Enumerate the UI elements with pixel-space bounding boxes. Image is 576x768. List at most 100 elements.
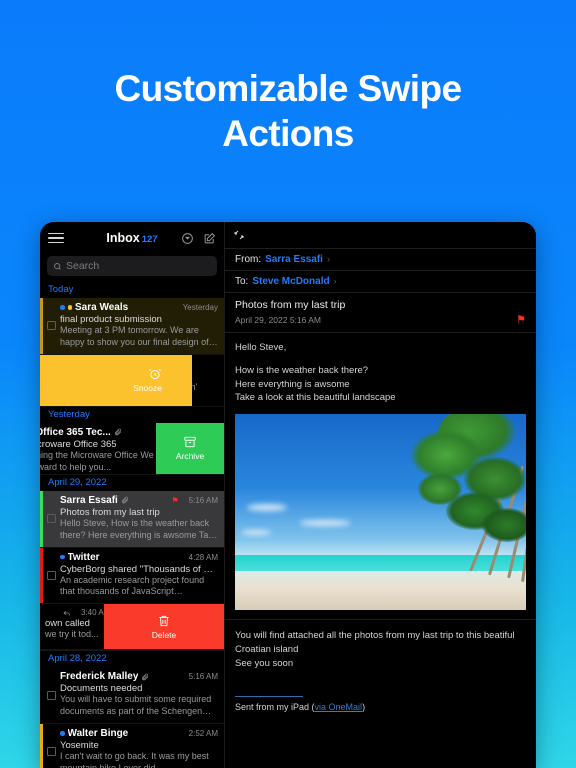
swipe-action-delete[interactable]: Delete: [104, 604, 224, 650]
reader-body: Hello Steve, How is the weather back the…: [225, 332, 536, 611]
swipe-action-snooze[interactable]: Snooze: [40, 354, 192, 406]
timestamp: 4:28 AM: [188, 552, 218, 562]
page-title-line-2: Actions: [222, 113, 354, 155]
timestamp: 2:52 AM: [188, 729, 218, 738]
body-line-3: Take a look at this beautiful landscape: [235, 392, 396, 404]
reader-subject-row: Photos from my last trip: [225, 292, 536, 313]
flag-icon: ⚑: [171, 495, 179, 505]
timestamp: 5:16 AM: [188, 672, 218, 682]
timestamp: 5:16 AM: [188, 495, 218, 505]
after-line-1: You will find attached all the photos fr…: [235, 630, 515, 655]
preview-text: You will have to submit some required do…: [60, 694, 212, 717]
inbox-unread-count: 127: [141, 234, 158, 245]
list-item[interactable]: Twitter 4:28 AM CyberBorg shared "Thousa…: [40, 547, 224, 605]
reply-icon: [63, 610, 71, 616]
subject-line: final product submission: [60, 314, 162, 325]
body-line-1: How is the weather back there?: [235, 364, 369, 376]
list-item[interactable]: e Office 365 Tec... 5:16 AM Microware Of…: [40, 422, 224, 475]
to-field-row: To: Steve McDonald ›: [225, 270, 536, 292]
unread-dot: [60, 554, 65, 560]
attachment-icon: [114, 428, 121, 436]
message-reader-pane: From: Sarra Essafi › To: Steve McDonald …: [225, 222, 536, 768]
reader-after-text: You will find attached all the photos fr…: [225, 619, 536, 670]
from-field-row: From: Sarra Essafi ›: [225, 248, 536, 270]
signature-prefix: Sent from my iPad (: [235, 702, 315, 713]
page-title-line-1: Customizable Swipe: [114, 68, 463, 109]
attachment-icon: [142, 673, 149, 681]
preview-text: I can't wait to go back. It was my best …: [60, 751, 209, 768]
sender-name: Sara Weals: [75, 302, 129, 313]
inbox-title-label: Inbox: [106, 231, 140, 245]
chevron-right-icon: ›: [333, 276, 337, 286]
row-checkbox[interactable]: [43, 667, 60, 723]
subject-line: Photos from my last trip: [60, 506, 160, 518]
collapse-arrows-icon[interactable]: [233, 229, 245, 241]
subject-line: CyberBorg shared "Thousands of npm acco.…: [60, 563, 218, 575]
list-item[interactable]: Frederick Malley 5:16 AM Documents neede…: [40, 667, 224, 724]
snooze-dot: [67, 305, 72, 310]
mail-list-pane: Inbox 127 Search Today Sara Weals Yester…: [40, 222, 225, 768]
sender-name: Twitter: [67, 551, 100, 563]
sender-name: Sarra Essafi: [60, 494, 118, 506]
preview-text: Meeting at 3 PM tomorrow. We are happy t…: [60, 325, 209, 347]
search-input[interactable]: Search: [47, 256, 217, 276]
signature-link[interactable]: via OneMail: [315, 702, 363, 712]
search-container: Search: [40, 254, 224, 282]
row-checkbox[interactable]: [43, 724, 60, 768]
section-header-today: Today: [48, 284, 74, 295]
subject-line: Yosemite: [60, 740, 99, 751]
swipe-action-label: Snooze: [133, 383, 162, 394]
preview-text: An academic research project found that …: [60, 574, 205, 597]
search-icon: [54, 262, 61, 270]
section-header-april-28: April 28, 2022: [40, 650, 224, 667]
tablet-device-frame: Inbox 127 Search Today Sara Weals Yester…: [40, 222, 536, 768]
row-checkbox[interactable]: [43, 491, 60, 547]
attached-photo[interactable]: [235, 414, 526, 611]
swipe-action-archive[interactable]: Archive: [156, 422, 224, 474]
body-greeting: Hello Steve,: [235, 342, 287, 353]
compose-icon[interactable]: [203, 232, 216, 245]
signature: Sent from my iPad (via OneMail): [225, 702, 536, 722]
to-label: To:: [235, 276, 249, 287]
search-placeholder: Search: [66, 260, 100, 272]
subject-line: Documents needed: [60, 683, 143, 695]
swipe-action-label: Delete: [151, 629, 177, 640]
mail-toolbar: Inbox 127: [40, 222, 224, 254]
filter-icon[interactable]: [181, 232, 194, 245]
alarm-clock-icon: [149, 369, 161, 380]
trash-icon: [159, 615, 169, 626]
from-value[interactable]: Sarra Essafi: [265, 254, 323, 265]
attachment-icon: [121, 496, 129, 504]
preview-text: Hello Steve, How is the weather back the…: [60, 517, 218, 540]
reader-toolbar: [225, 222, 536, 248]
reader-subject: Photos from my last trip: [235, 299, 346, 311]
page-title: Customizable Swipe Actions: [0, 66, 576, 156]
timestamp: Yesterday: [182, 303, 218, 312]
to-value[interactable]: Steve McDonald: [252, 276, 329, 287]
after-line-2: See you soon: [235, 657, 294, 669]
chevron-right-icon: ›: [326, 254, 330, 264]
unread-dot: [60, 305, 65, 310]
body-line-2: Here everything is awsome: [235, 378, 350, 390]
signature-divider: [235, 696, 303, 698]
unread-dot: [60, 731, 65, 736]
row-checkbox[interactable]: [43, 548, 60, 604]
sender-name: e Office 365 Tec...: [40, 426, 111, 438]
sender-name: Walter Binge: [67, 728, 129, 739]
swipe-action-label: Archive: [175, 451, 205, 462]
flag-icon[interactable]: ⚑: [516, 313, 526, 326]
row-checkbox[interactable]: [43, 298, 60, 354]
list-item[interactable]: 3:40 AM own called we try it tod... Dele…: [40, 604, 224, 651]
from-label: From:: [235, 254, 262, 265]
reader-date: April 29, 2022 5:16 AM: [235, 314, 322, 325]
list-item[interactable]: Sara Weals Yesterday final product submi…: [40, 298, 224, 355]
section-header-april-29: April 29, 2022: [48, 476, 107, 488]
archive-box-icon: [184, 437, 196, 448]
reader-meta-row: April 29, 2022 5:16 AM ⚑: [225, 313, 536, 332]
list-item[interactable]: Sarra Essafi ⚑ 5:16 AM Photos from my la…: [40, 490, 224, 548]
sender-name: Frederick Malley: [60, 671, 139, 683]
list-item[interactable]: Walter Binge 2:52 AM Yosemite I can't wa…: [40, 724, 224, 768]
hamburger-icon[interactable]: [48, 232, 64, 244]
list-item[interactable]: William C New movie Just watched "Don't …: [40, 354, 224, 407]
section-header-yesterday: Yesterday: [48, 408, 90, 420]
